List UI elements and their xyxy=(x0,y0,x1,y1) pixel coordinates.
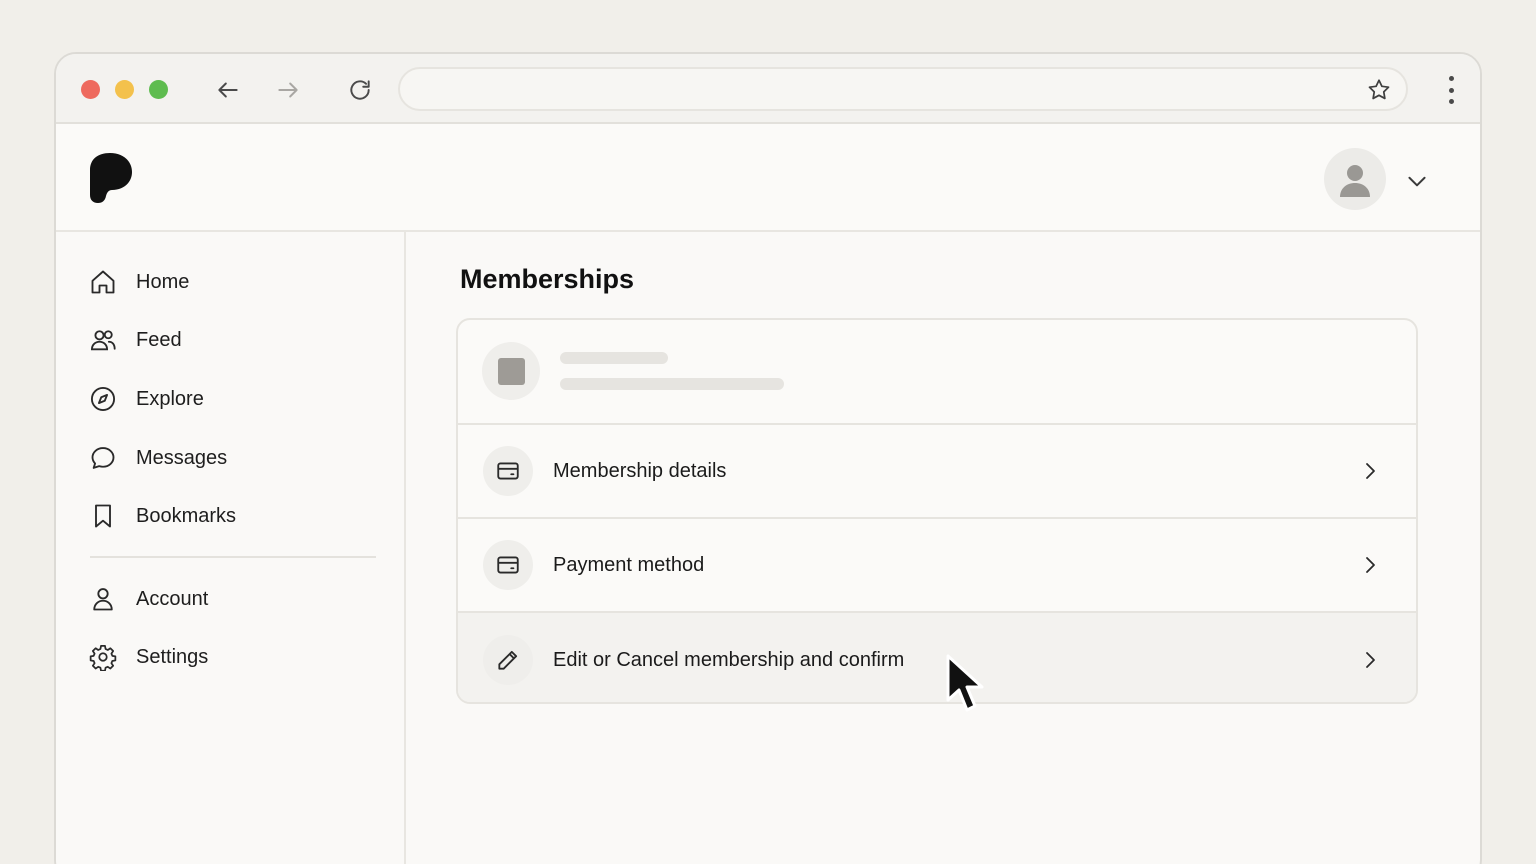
edit-cancel-membership-row[interactable]: Edit or Cancel membership and confirm xyxy=(458,613,1416,702)
sidebar-item-label: Home xyxy=(136,270,190,293)
sidebar-item-label: Explore xyxy=(136,387,204,410)
card-icon xyxy=(483,446,533,496)
chevron-right-icon xyxy=(1366,652,1375,668)
sidebar-item-label: Messages xyxy=(136,446,228,469)
sidebar-divider xyxy=(90,556,376,558)
address-bar[interactable] xyxy=(398,67,1408,111)
user-icon xyxy=(88,584,118,614)
people-icon xyxy=(88,325,118,355)
avatar[interactable] xyxy=(1324,148,1386,210)
membership-card: Membership details Payment method Edit o… xyxy=(456,318,1418,704)
mouse-pointer-icon xyxy=(946,654,984,712)
sidebar-item-feed[interactable]: Feed xyxy=(88,320,378,360)
sidebar: Home Feed Explore Messages Bookmarks Acc… xyxy=(56,232,406,864)
gear-icon xyxy=(88,642,118,672)
reload-button[interactable] xyxy=(344,74,376,106)
app-header xyxy=(56,124,1480,232)
home-icon xyxy=(88,267,118,297)
sidebar-item-label: Feed xyxy=(136,328,182,351)
creator-thumbnail xyxy=(482,342,540,400)
page-title: Memberships xyxy=(460,264,635,294)
maximize-window-button[interactable] xyxy=(149,80,168,99)
close-window-button[interactable] xyxy=(81,80,100,99)
sidebar-item-messages[interactable]: Messages xyxy=(88,438,378,478)
star-icon[interactable] xyxy=(1366,77,1392,103)
sidebar-item-home[interactable]: Home xyxy=(88,262,378,302)
arrow-left-icon xyxy=(218,82,238,98)
sidebar-item-label: Account xyxy=(136,587,209,610)
row-label: Edit or Cancel membership and confirm xyxy=(553,648,905,671)
reload-icon xyxy=(350,80,370,100)
skeleton-line-title xyxy=(560,352,668,364)
chat-bubble-icon xyxy=(88,443,118,473)
sidebar-item-account[interactable]: Account xyxy=(88,579,378,619)
browser-toolbar xyxy=(56,54,1480,124)
compass-icon xyxy=(88,384,118,414)
kebab-menu-icon[interactable] xyxy=(1446,76,1456,104)
sidebar-item-label: Settings xyxy=(136,645,209,668)
placeholder-image-icon xyxy=(497,357,525,385)
row-label: Membership details xyxy=(553,459,727,482)
pencil-icon xyxy=(483,635,533,685)
chevron-down-icon[interactable] xyxy=(1404,168,1430,194)
back-button[interactable] xyxy=(212,74,244,106)
browser-window: Home Feed Explore Messages Bookmarks Acc… xyxy=(54,52,1482,864)
membership-summary xyxy=(458,320,1416,425)
sidebar-item-explore[interactable]: Explore xyxy=(88,379,378,419)
arrow-right-icon xyxy=(278,82,298,98)
sidebar-item-bookmarks[interactable]: Bookmarks xyxy=(88,496,378,536)
bookmark-icon xyxy=(88,501,118,531)
brand-p-logo[interactable] xyxy=(88,152,136,204)
chevron-right-icon xyxy=(1366,557,1375,573)
main-content: Memberships Membership details Payment m… xyxy=(408,232,1480,864)
user-avatar-icon xyxy=(1340,165,1370,197)
skeleton-line-subtitle xyxy=(560,378,784,390)
chevron-right-icon xyxy=(1366,463,1375,479)
sidebar-item-label: Bookmarks xyxy=(136,504,237,527)
card-icon xyxy=(483,540,533,590)
payment-method-row[interactable]: Payment method xyxy=(458,519,1416,613)
membership-details-row[interactable]: Membership details xyxy=(458,425,1416,519)
minimize-window-button[interactable] xyxy=(115,80,134,99)
row-label: Payment method xyxy=(553,553,705,576)
forward-button[interactable] xyxy=(272,74,304,106)
sidebar-item-settings[interactable]: Settings xyxy=(88,637,378,677)
